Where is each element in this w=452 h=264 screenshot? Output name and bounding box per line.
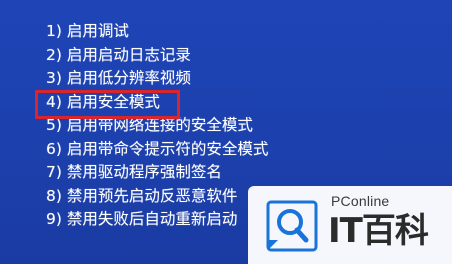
menu-item-enable-safe-mode[interactable]: 4) 启用安全模式 (46, 91, 268, 115)
menu-item-label: 启用调试 (66, 22, 129, 40)
watermark-brand: PConline (331, 193, 390, 209)
menu-item-label: 启用安全模式 (66, 92, 160, 111)
menu-item-enable-low-resolution-video[interactable]: 3) 启用低分辨率视频 (46, 67, 268, 91)
pconline-watermark: PConline IT百科 (248, 186, 452, 264)
menu-item-enable-debugging[interactable]: 1) 启用调试 (46, 20, 268, 44)
menu-item-disable-auto-restart[interactable]: 9) 禁用失败后自动重新启动 (46, 208, 268, 232)
menu-item-label: 禁用预先启动反恶意软件 (66, 186, 238, 205)
menu-item-enable-safe-mode-networking[interactable]: 5) 启用带网络连接的安全模式 (46, 114, 268, 138)
menu-item-disable-early-antimalware[interactable]: 8) 禁用预先启动反恶意软件 (46, 185, 268, 209)
menu-item-label: 禁用失败后自动重新启动 (66, 210, 238, 228)
menu-item-label: 启用低分辨率视频 (66, 69, 191, 87)
menu-item-label: 禁用驱动程序强制签名 (66, 163, 222, 181)
menu-item-enable-boot-logging[interactable]: 2) 启用启动日志记录 (46, 44, 268, 68)
magnifier-logo-icon (266, 200, 318, 252)
menu-item-disable-driver-signature[interactable]: 7) 禁用驱动程序强制签名 (46, 161, 268, 185)
menu-item-enable-safe-mode-command-prompt[interactable]: 6) 启用带命令提示符的安全模式 (46, 138, 268, 162)
watermark-title: IT百科 (328, 211, 429, 251)
menu-item-label: 启用带网络连接的安全模式 (66, 116, 253, 134)
menu-item-label: 启用启动日志记录 (66, 45, 191, 64)
menu-item-label: 启用带命令提示符的安全模式 (66, 139, 269, 158)
startup-settings-menu: 1) 启用调试 2) 启用启动日志记录 3) 启用低分辨率视频 4) 启用安全模式 5)… (46, 20, 268, 232)
